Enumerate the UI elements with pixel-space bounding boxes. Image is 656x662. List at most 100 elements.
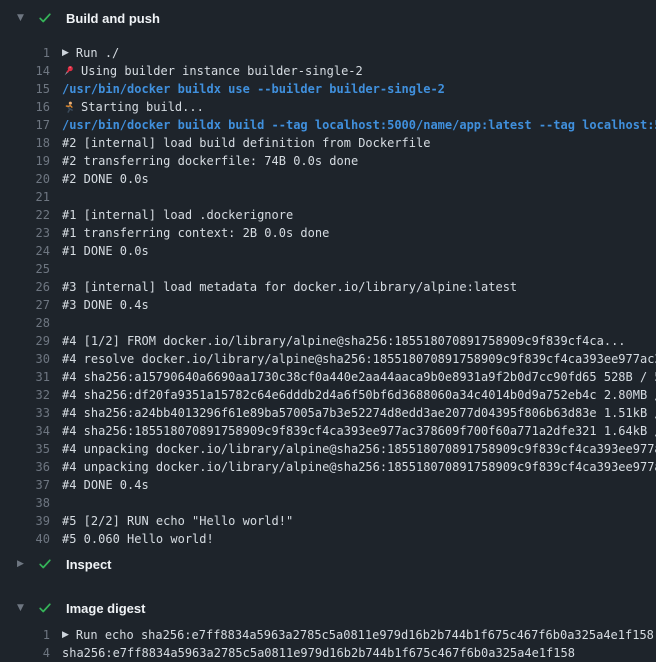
runner-icon — [62, 101, 75, 114]
line-number[interactable]: 4 — [0, 644, 50, 662]
line-number[interactable]: 15 — [0, 80, 50, 98]
log-line[interactable]: 38 — [0, 494, 656, 512]
log-line[interactable]: 26 #3 [internal] load metadata for docke… — [0, 278, 656, 296]
section-header[interactable]: ▼ Image digest — [0, 596, 656, 620]
line-number[interactable]: 19 — [0, 152, 50, 170]
line-number[interactable]: 27 — [0, 296, 50, 314]
log-line[interactable]: 28 — [0, 314, 656, 332]
log-line[interactable]: 27 #3 DONE 0.4s — [0, 296, 656, 314]
log-text: Run ./ — [76, 44, 119, 62]
line-number[interactable]: 14 — [0, 62, 50, 80]
line-number[interactable]: 26 — [0, 278, 50, 296]
line-number[interactable]: 38 — [0, 494, 50, 512]
line-content: sha256:e7ff8834a5963a2785c5a0811e979d16b… — [62, 644, 575, 662]
line-number[interactable]: 17 — [0, 116, 50, 134]
log-line[interactable]: 32 #4 sha256:df20fa9351a15782c64e6dddb2d… — [0, 386, 656, 404]
line-number[interactable]: 30 — [0, 350, 50, 368]
log-line[interactable]: 1 ▶ Run echo sha256:e7ff8834a5963a2785c5… — [0, 626, 656, 644]
line-number[interactable]: 18 — [0, 134, 50, 152]
line-number[interactable]: 1 — [0, 626, 50, 644]
log-line[interactable]: 33 #4 sha256:a24bb4013296f61e89ba57005a7… — [0, 404, 656, 422]
line-content: #3 DONE 0.4s — [62, 296, 149, 314]
log-line[interactable]: 22 #1 [internal] load .dockerignore — [0, 206, 656, 224]
log-text: #4 [1/2] FROM docker.io/library/alpine@s… — [62, 332, 626, 350]
log-section-image-digest: ▼ Image digest 1 ▶ Run echo sha256:e7ff8… — [0, 596, 656, 662]
workflow-log-viewer: ▼ Build and push 1 ▶ Run ./ 14 Using bui… — [0, 0, 656, 662]
line-content: ▶ Run echo sha256:e7ff8834a5963a2785c5a0… — [62, 626, 654, 644]
check-icon — [38, 11, 52, 25]
log-line[interactable]: 31 #4 sha256:a15790640a6690aa1730c38cf0a… — [0, 368, 656, 386]
log-text: #4 unpacking docker.io/library/alpine@sh… — [62, 440, 656, 458]
log-text: #3 [internal] load metadata for docker.i… — [62, 278, 517, 296]
log-line[interactable]: 37 #4 DONE 0.4s — [0, 476, 656, 494]
log-line[interactable]: 20 #2 DONE 0.0s — [0, 170, 656, 188]
line-number[interactable]: 31 — [0, 368, 50, 386]
log-line[interactable]: 1 ▶ Run ./ — [0, 44, 656, 62]
log-text: #2 transferring dockerfile: 74B 0.0s don… — [62, 152, 358, 170]
chevron-down-icon[interactable]: ▼ — [17, 604, 29, 613]
line-number[interactable]: 16 — [0, 98, 50, 116]
log-line[interactable]: 39 #5 [2/2] RUN echo "Hello world!" — [0, 512, 656, 530]
line-number[interactable]: 29 — [0, 332, 50, 350]
line-content: #5 [2/2] RUN echo "Hello world!" — [62, 512, 293, 530]
log-line[interactable]: 21 — [0, 188, 656, 206]
line-content: #1 transferring context: 2B 0.0s done — [62, 224, 329, 242]
line-number[interactable]: 35 — [0, 440, 50, 458]
log-line[interactable]: 19 #2 transferring dockerfile: 74B 0.0s … — [0, 152, 656, 170]
line-content: #2 DONE 0.0s — [62, 170, 149, 188]
log-line[interactable]: 14 Using builder instance builder-single… — [0, 62, 656, 80]
line-content: #4 [1/2] FROM docker.io/library/alpine@s… — [62, 332, 626, 350]
line-number[interactable]: 1 — [0, 44, 50, 62]
line-number[interactable]: 22 — [0, 206, 50, 224]
pushpin-icon — [62, 65, 75, 78]
line-number[interactable]: 24 — [0, 242, 50, 260]
line-number[interactable]: 21 — [0, 188, 50, 206]
pushpin-icon — [62, 65, 75, 78]
log-line[interactable]: 4 sha256:e7ff8834a5963a2785c5a0811e979d1… — [0, 644, 656, 662]
line-number[interactable]: 40 — [0, 530, 50, 548]
log-line[interactable]: 25 — [0, 260, 656, 278]
line-number[interactable]: 34 — [0, 422, 50, 440]
log-line[interactable]: 18 #2 [internal] load build definition f… — [0, 134, 656, 152]
run-toggle-icon[interactable]: ▶ — [62, 626, 69, 644]
log-text: #4 sha256:df20fa9351a15782c64e6dddb2d4a6… — [62, 386, 656, 404]
check-icon — [38, 557, 52, 571]
line-number[interactable]: 39 — [0, 512, 50, 530]
log-line[interactable]: 36 #4 unpacking docker.io/library/alpine… — [0, 458, 656, 476]
chevron-right-icon[interactable]: ▶ — [17, 560, 29, 569]
line-content: Using builder instance builder-single-2 — [62, 62, 363, 80]
log-line[interactable]: 15 /usr/bin/docker buildx use --builder … — [0, 80, 656, 98]
section-header[interactable]: ▶ Inspect — [0, 552, 656, 576]
check-icon — [38, 601, 52, 615]
line-number[interactable]: 37 — [0, 476, 50, 494]
line-content: #4 resolve docker.io/library/alpine@sha2… — [62, 350, 656, 368]
log-text: #5 [2/2] RUN echo "Hello world!" — [62, 512, 293, 530]
line-number[interactable]: 23 — [0, 224, 50, 242]
log-line[interactable]: 35 #4 unpacking docker.io/library/alpine… — [0, 440, 656, 458]
check-success-icon — [38, 601, 52, 615]
chevron-down-icon[interactable]: ▼ — [17, 14, 29, 23]
line-number[interactable]: 20 — [0, 170, 50, 188]
log-line[interactable]: 34 #4 sha256:185518070891758909c9f839cf4… — [0, 422, 656, 440]
line-number[interactable]: 25 — [0, 260, 50, 278]
log-line[interactable]: 29 #4 [1/2] FROM docker.io/library/alpin… — [0, 332, 656, 350]
section-header[interactable]: ▼ Build and push — [0, 6, 656, 30]
log-text: Using builder instance builder-single-2 — [81, 62, 363, 80]
log-text: #4 unpacking docker.io/library/alpine@sh… — [62, 458, 656, 476]
log-text: #3 DONE 0.4s — [62, 296, 149, 314]
log-line[interactable]: 16 Starting build... — [0, 98, 656, 116]
log-line[interactable]: 40 #5 0.060 Hello world! — [0, 530, 656, 548]
line-content: #2 transferring dockerfile: 74B 0.0s don… — [62, 152, 358, 170]
run-toggle-icon[interactable]: ▶ — [62, 44, 69, 62]
log-line[interactable]: 17 /usr/bin/docker buildx build --tag lo… — [0, 116, 656, 134]
line-content: #4 sha256:a15790640a6690aa1730c38cf0a440… — [62, 368, 656, 386]
line-number[interactable]: 36 — [0, 458, 50, 476]
log-section-inspect: ▶ Inspect — [0, 552, 656, 576]
line-number[interactable]: 28 — [0, 314, 50, 332]
line-number[interactable]: 32 — [0, 386, 50, 404]
log-line[interactable]: 24 #1 DONE 0.0s — [0, 242, 656, 260]
line-number[interactable]: 33 — [0, 404, 50, 422]
log-line[interactable]: 23 #1 transferring context: 2B 0.0s done — [0, 224, 656, 242]
check-success-icon — [38, 11, 52, 25]
log-line[interactable]: 30 #4 resolve docker.io/library/alpine@s… — [0, 350, 656, 368]
